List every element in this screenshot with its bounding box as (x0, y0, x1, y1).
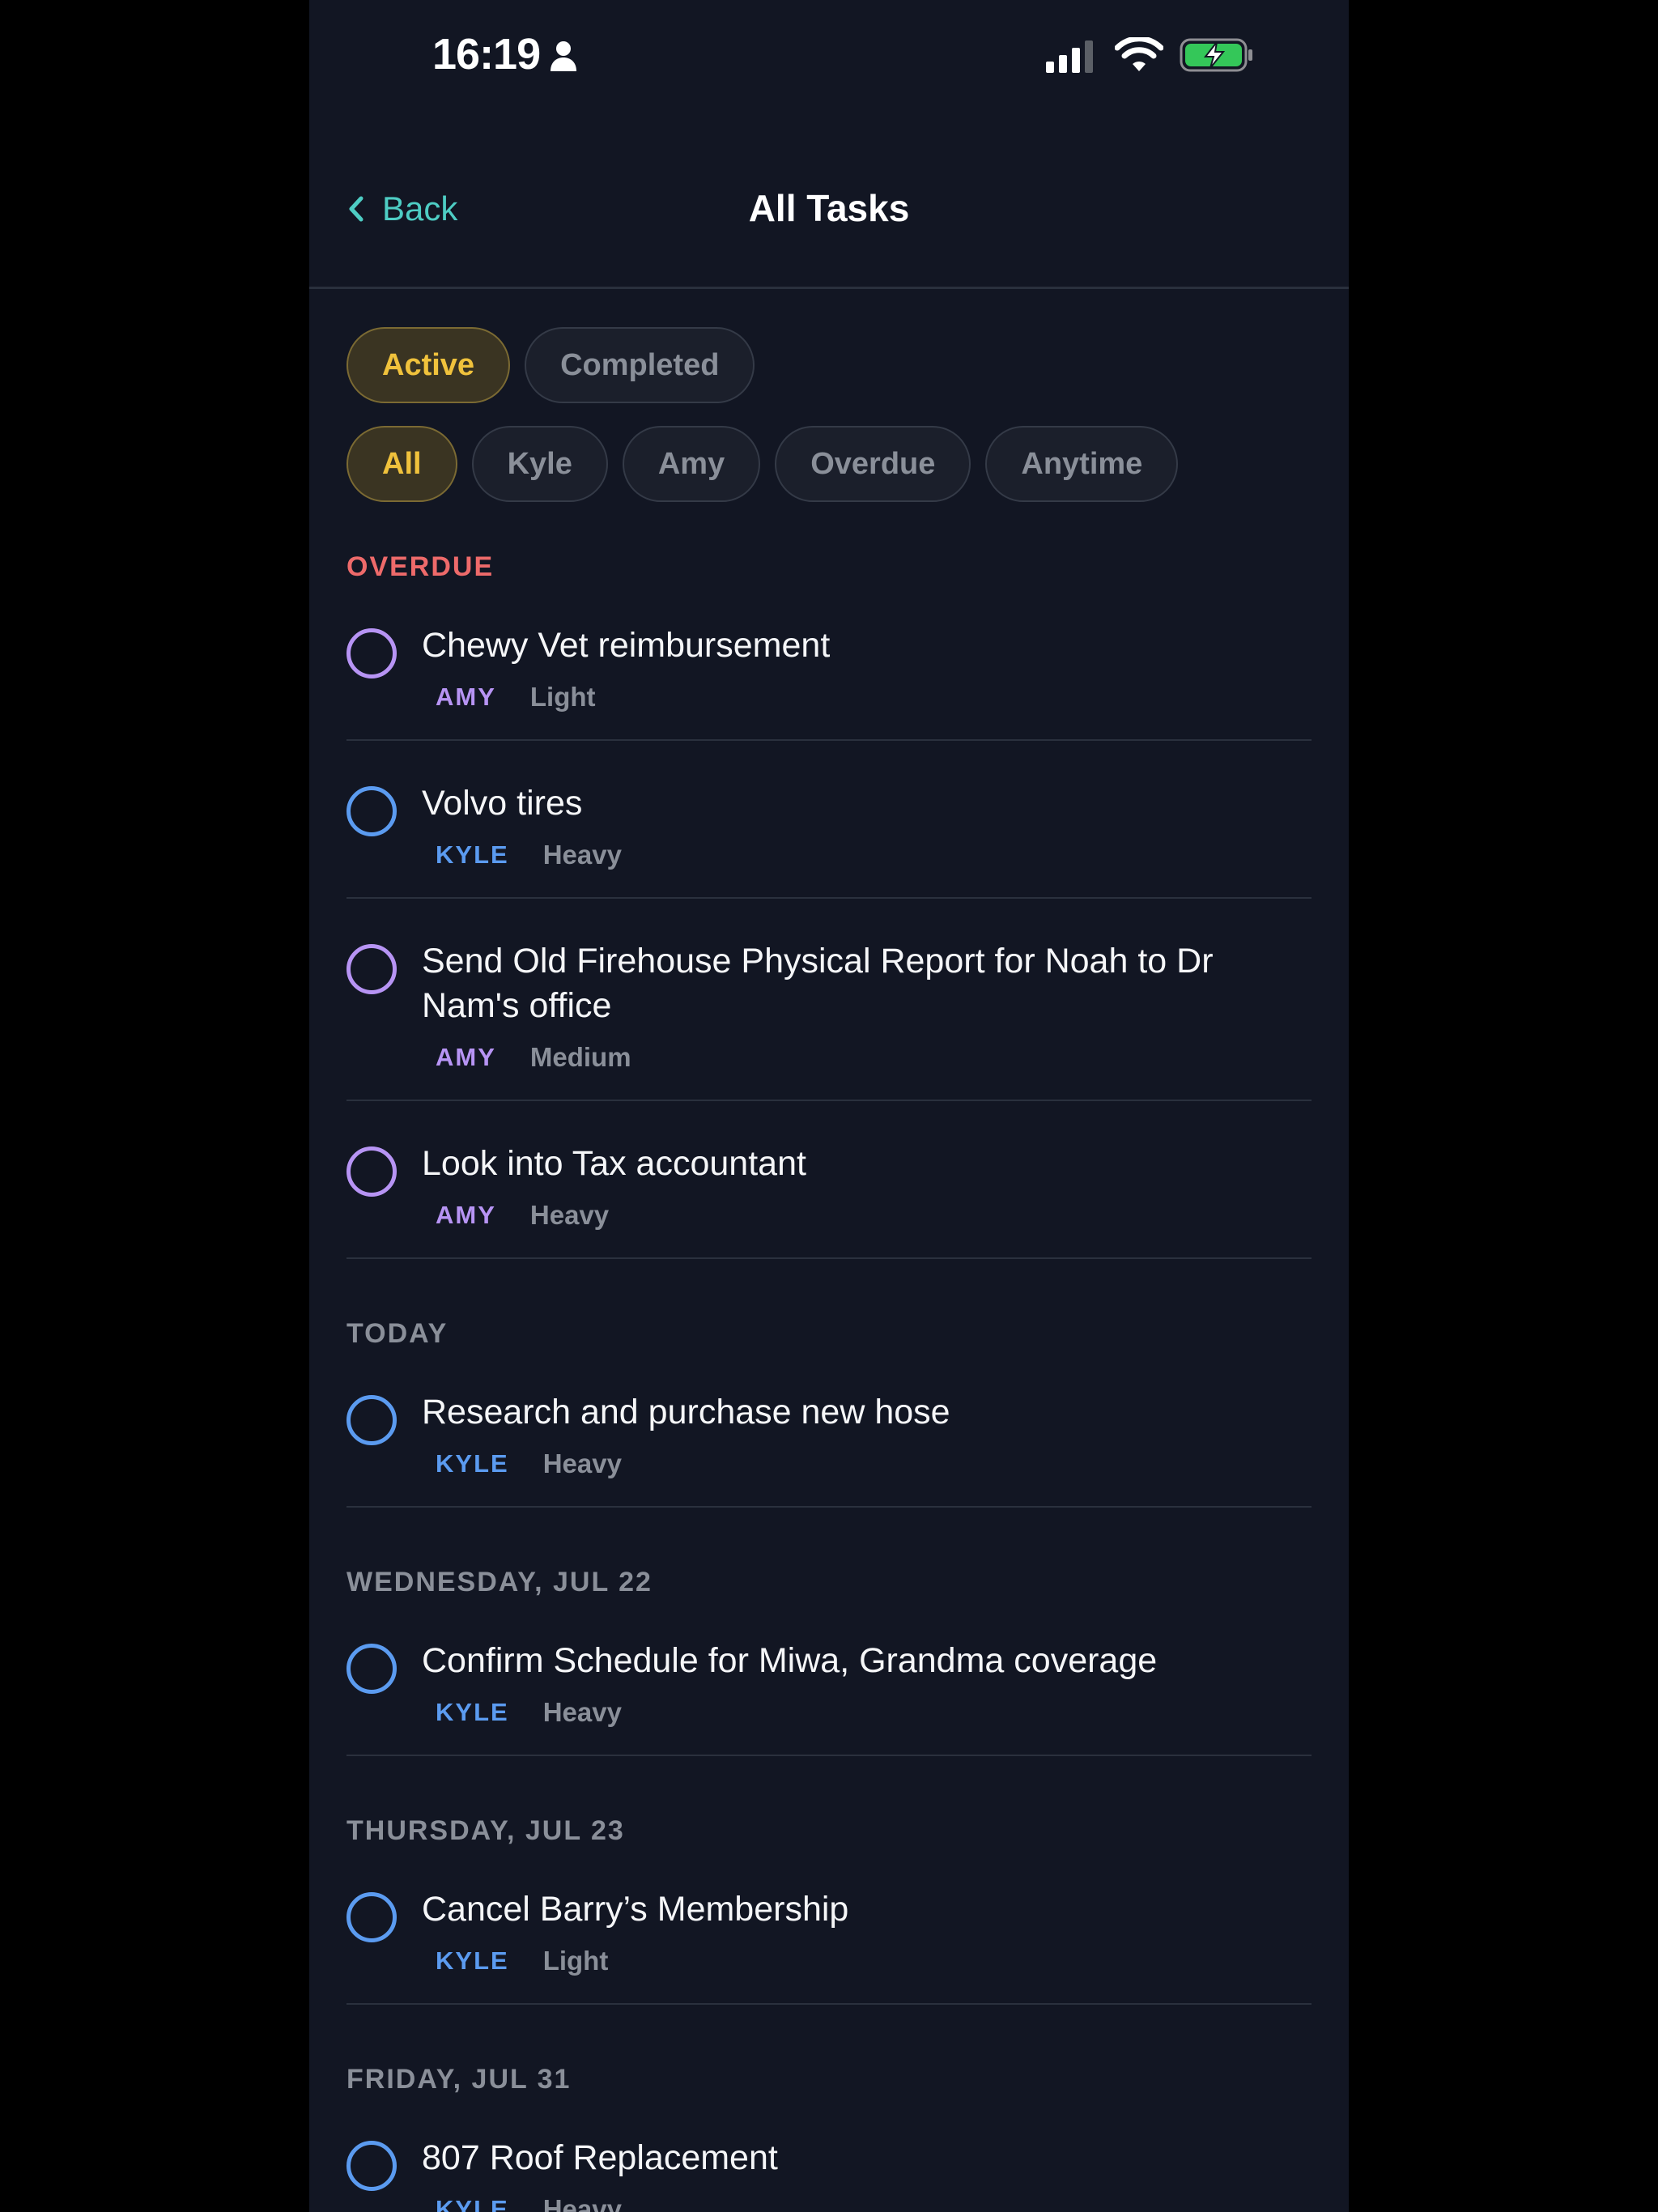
task-checkbox[interactable] (346, 944, 397, 994)
app-screen: 16:19 Back All Tasks Active Completed Al… (309, 0, 1349, 2212)
task-list: OVERDUE Chewy Vet reimbursement AMY Ligh… (346, 542, 1312, 2212)
task-checkbox[interactable] (346, 1395, 397, 1445)
task-effort: Medium (529, 1042, 631, 1072)
task-effort: Heavy (542, 1697, 622, 1727)
task-row[interactable]: Chewy Vet reimbursement AMY Light (346, 591, 1312, 741)
task-row[interactable]: Look into Tax accountant AMY Heavy (346, 1101, 1312, 1259)
nav-divider (309, 287, 1349, 289)
status-filter-row: Active Completed (346, 327, 755, 403)
person-icon (549, 40, 578, 77)
section-header-today: TODAY (346, 1318, 449, 1349)
filter-chip-completed[interactable]: Completed (525, 327, 755, 403)
task-title: Volvo tires (422, 784, 583, 823)
task-assignee: KYLE (436, 1449, 509, 1478)
section-header-overdue: OVERDUE (346, 551, 495, 582)
page-title: All Tasks (748, 187, 910, 229)
task-assignee: KYLE (436, 1698, 509, 1726)
task-assignee: AMY (436, 683, 496, 711)
task-title: 807 Roof Replacement (422, 2138, 778, 2177)
task-assignee: AMY (436, 1201, 496, 1229)
filter-chip-active[interactable]: Active (346, 327, 511, 403)
person-filter-row: All Kyle Amy Overdue Anytime (346, 426, 1179, 502)
status-bar: 16:19 (309, 0, 1349, 113)
task-row[interactable]: Confirm Schedule for Miwa, Grandma cover… (346, 1606, 1312, 1756)
cellular-signal-icon (1046, 40, 1098, 79)
task-effort: Heavy (542, 1448, 622, 1478)
task-title: Send Old Firehouse Physical Report for N… (422, 942, 1214, 1025)
task-checkbox[interactable] (346, 1644, 397, 1694)
task-assignee: KYLE (436, 1946, 509, 1975)
status-time: 16:19 (432, 30, 541, 79)
section-header-thursday: THURSDAY, JUL 23 (346, 1815, 625, 1846)
task-effort: Heavy (529, 1200, 610, 1230)
battery-charging-icon (1180, 37, 1254, 77)
wifi-icon (1114, 36, 1164, 77)
filter-chip-overdue[interactable]: Overdue (775, 426, 971, 502)
task-row[interactable]: 807 Roof Replacement KYLE Heavy (346, 2104, 1312, 2212)
task-checkbox[interactable] (346, 786, 397, 836)
task-effort: Light (542, 1946, 609, 1976)
task-row[interactable]: Send Old Firehouse Physical Report for N… (346, 899, 1312, 1101)
task-title: Research and purchase new hose (422, 1393, 950, 1431)
task-title: Chewy Vet reimbursement (422, 626, 831, 665)
task-title: Look into Tax accountant (422, 1144, 806, 1183)
task-row[interactable]: Volvo tires KYLE Heavy (346, 741, 1312, 899)
section-header-wednesday: WEDNESDAY, JUL 22 (346, 1567, 653, 1597)
filter-chip-anytime[interactable]: Anytime (985, 426, 1179, 502)
task-effort: Heavy (542, 840, 622, 870)
task-assignee: AMY (436, 1043, 496, 1071)
task-title: Cancel Barry’s Membership (422, 1890, 849, 1929)
section-header-friday: FRIDAY, JUL 31 (346, 2064, 572, 2095)
filter-chip-all[interactable]: All (346, 426, 457, 502)
task-row[interactable]: Cancel Barry’s Membership KYLE Light (346, 1855, 1312, 2005)
task-checkbox[interactable] (346, 1146, 397, 1197)
filter-chip-kyle[interactable]: Kyle (471, 426, 608, 502)
navigation-bar: Back All Tasks (309, 162, 1349, 289)
task-assignee: KYLE (436, 2195, 509, 2212)
task-row[interactable]: Research and purchase new hose KYLE Heav… (346, 1358, 1312, 1508)
task-assignee: KYLE (436, 840, 509, 869)
filter-chip-amy[interactable]: Amy (622, 426, 761, 502)
task-effort: Heavy (542, 2194, 622, 2212)
task-effort: Light (529, 682, 596, 712)
task-checkbox[interactable] (346, 1892, 397, 1942)
task-checkbox[interactable] (346, 2141, 397, 2191)
task-title: Confirm Schedule for Miwa, Grandma cover… (422, 1641, 1158, 1680)
task-checkbox[interactable] (346, 628, 397, 678)
